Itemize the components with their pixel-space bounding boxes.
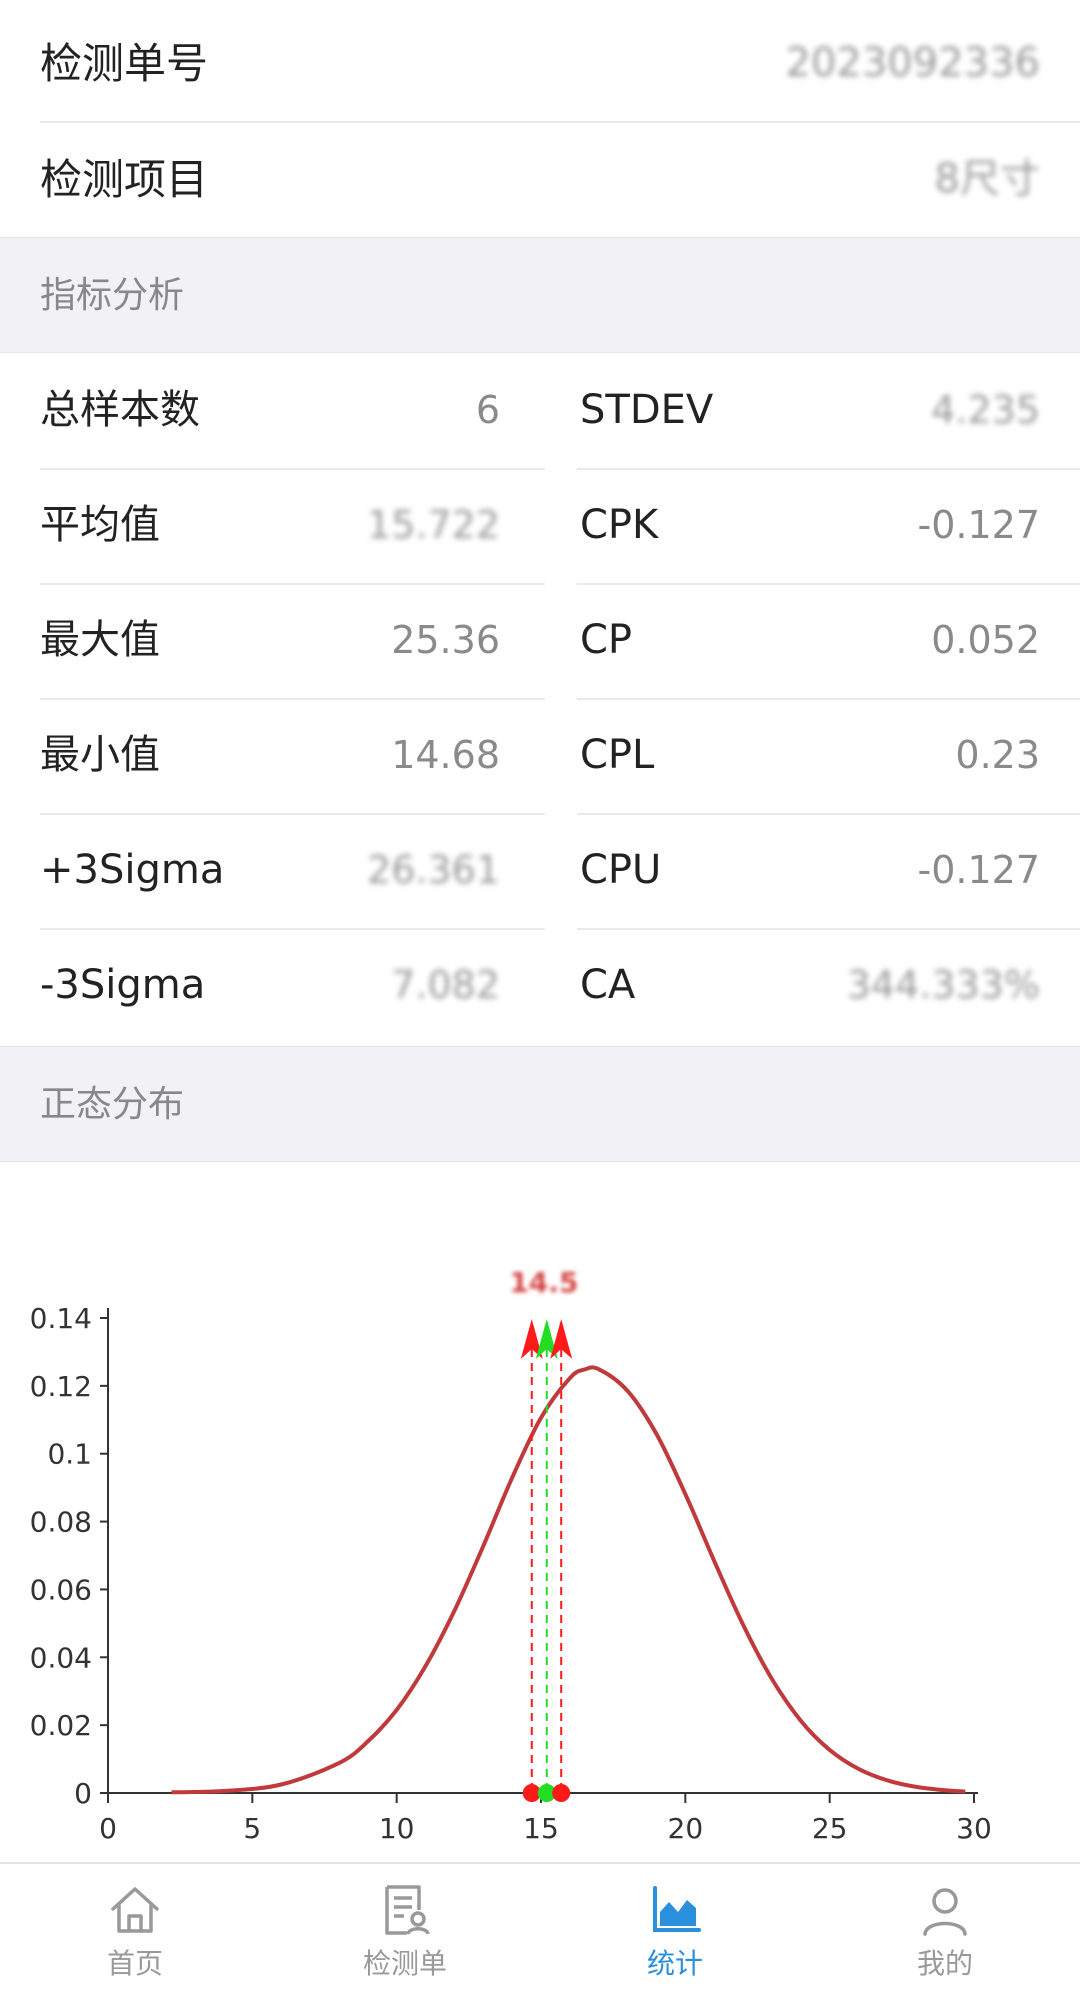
- metric-label: CPK: [580, 502, 659, 548]
- metric-row: 最大值 25.36: [40, 583, 500, 698]
- marker-value-label: 14.5: [509, 1266, 578, 1299]
- tab-statistics[interactable]: 统计: [540, 1864, 810, 1989]
- inspection-item-label: 检测项目: [40, 155, 209, 204]
- tab-statistics-label: 统计: [646, 1947, 703, 1980]
- metric-value: -0.127: [917, 848, 1041, 892]
- metric-label: CPU: [580, 847, 662, 893]
- y-tick-label: 0.1: [47, 1438, 92, 1471]
- distribution-chart-svg: 0 0.02 0.04 0.06 0.08 0.1 0.12 0.14 0 5 10 15 20 25 30…: [30, 1266, 992, 1845]
- bottom-tab-bar: 首页 检测单 统计 我的: [0, 1862, 1080, 1989]
- metric-value: -0.127: [917, 503, 1041, 547]
- marker-dot: [552, 1784, 571, 1802]
- y-tick-label: 0: [74, 1777, 92, 1810]
- metric-value: 15.722: [367, 503, 500, 547]
- metric-row: CPL 0.23: [580, 698, 1040, 813]
- metric-label: -3Sigma: [40, 962, 206, 1008]
- metric-value: 6: [475, 388, 500, 432]
- metric-row: CP 0.052: [580, 583, 1040, 698]
- x-tick-label: 15: [523, 1812, 559, 1845]
- metric-value: 26.361: [367, 848, 500, 892]
- y-tick-label: 0.06: [30, 1573, 92, 1606]
- x-tick-label: 10: [379, 1812, 415, 1845]
- metric-label: CP: [580, 617, 633, 663]
- normal-distribution-header: 正态分布: [0, 1046, 1080, 1162]
- metric-value: 344.333%: [846, 963, 1040, 1007]
- metric-row: -3Sigma 7.082: [40, 928, 500, 1043]
- metric-label: 平均值: [40, 502, 160, 548]
- metric-value: 14.68: [391, 733, 500, 777]
- y-tick-label: 0.12: [30, 1370, 92, 1403]
- tab-inspection-orders-label: 检测单: [362, 1947, 447, 1980]
- metric-row: +3Sigma 26.361: [40, 813, 500, 928]
- tab-profile-label: 我的: [916, 1947, 973, 1980]
- indicator-analysis-title: 指标分析: [40, 275, 185, 316]
- metric-label: CA: [580, 962, 636, 1008]
- metric-label: 总样本数: [40, 387, 200, 433]
- normal-curve-line: [171, 1365, 966, 1795]
- order-info-section: 检测单号 2023092336 检测项目 8尺寸: [0, 0, 1080, 237]
- inspection-item-row: 检测项目 8尺寸: [0, 122, 1080, 237]
- metric-row: CPU -0.127: [580, 813, 1040, 928]
- metric-row: CPK -0.127: [580, 468, 1040, 583]
- normal-distribution-chart: 0 0.02 0.04 0.06 0.08 0.1 0.12 0.14 0 5 10 15 20 25 30…: [0, 1162, 1080, 1862]
- home-icon: [111, 1887, 159, 1933]
- metric-value: 25.36: [391, 618, 500, 662]
- order-number-value: 2023092336: [785, 40, 1041, 86]
- inspection-doc-icon: [385, 1885, 430, 1935]
- metric-row: CA 344.333%: [580, 928, 1040, 1043]
- metric-label: 最小值: [40, 732, 160, 778]
- tab-inspection-orders[interactable]: 检测单: [270, 1864, 540, 1989]
- metrics-grid: 总样本数 6 平均值 15.722 最大值 25.36 最小值 14.68 +3Sigma 26.…: [0, 353, 1080, 1046]
- y-tick-label: 0.08: [30, 1506, 92, 1539]
- indicator-analysis-header: 指标分析: [0, 237, 1080, 353]
- order-number-label: 检测单号: [40, 39, 209, 88]
- tab-home[interactable]: 首页: [0, 1864, 270, 1989]
- x-tick-label: 20: [668, 1812, 704, 1845]
- metric-row: 最小值 14.68: [40, 698, 500, 813]
- tab-profile[interactable]: 我的: [810, 1864, 1080, 1989]
- x-tick-label: 30: [956, 1812, 992, 1845]
- user-icon: [923, 1888, 967, 1936]
- y-tick-label: 0.02: [30, 1709, 92, 1742]
- metric-row: 总样本数 6: [40, 353, 500, 468]
- metric-value: 0.23: [955, 733, 1040, 777]
- x-tick-label: 25: [812, 1812, 848, 1845]
- tab-home-label: 首页: [106, 1947, 163, 1980]
- y-tick-label: 0.04: [30, 1641, 92, 1674]
- normal-distribution-title: 正态分布: [40, 1084, 185, 1125]
- order-number-row: 检测单号 2023092336: [0, 6, 1080, 121]
- y-tick-label: 0.14: [30, 1302, 92, 1335]
- chart-icon: [653, 1886, 701, 1932]
- metric-value: 7.082: [391, 963, 500, 1007]
- metric-label: 最大值: [40, 617, 160, 663]
- metric-value: 0.052: [931, 618, 1040, 662]
- x-tick-label: 0: [99, 1812, 117, 1845]
- metric-label: STDEV: [580, 387, 714, 433]
- metric-row: STDEV 4.235: [580, 353, 1040, 468]
- inspection-item-value: 8尺寸: [934, 156, 1040, 202]
- metric-value: 4.235: [931, 388, 1040, 432]
- metric-row: 平均值 15.722: [40, 468, 500, 583]
- metric-label: +3Sigma: [40, 847, 225, 893]
- metric-label: CPL: [580, 732, 655, 778]
- x-tick-label: 5: [243, 1812, 261, 1845]
